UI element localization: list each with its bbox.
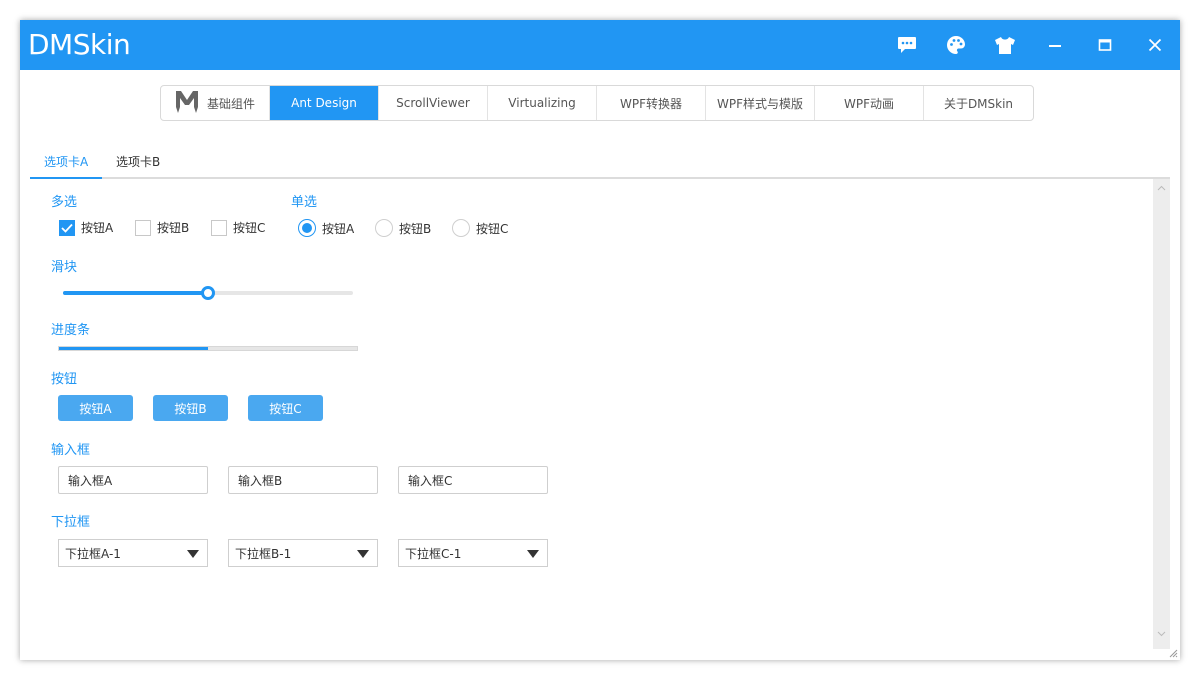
nav-item-wpf-converter[interactable]: WPF转换器	[597, 86, 706, 120]
tab-label: 选项卡A	[44, 155, 89, 169]
button-b[interactable]: 按钮B	[153, 395, 228, 421]
nav-item-label: ScrollViewer	[396, 96, 470, 110]
top-navigation: 基础组件 Ant Design ScrollViewer Virtualizin…	[160, 85, 1034, 121]
title-bar[interactable]: DMSkin	[20, 20, 1180, 70]
radio-c[interactable]: 按钮C	[452, 219, 508, 237]
slider-fill	[63, 291, 208, 295]
progress-bar	[58, 346, 358, 351]
nav-item-wpf-animation[interactable]: WPF动画	[815, 86, 924, 120]
tab-a[interactable]: 选项卡A	[44, 153, 88, 177]
nav-item-virtualizing[interactable]: Virtualizing	[488, 86, 597, 120]
maximize-icon[interactable]	[1092, 32, 1118, 58]
tab-b[interactable]: 选项卡B	[116, 153, 160, 177]
checkbox-box[interactable]	[211, 219, 227, 236]
app-title: DMSkin	[28, 28, 131, 61]
tab-label: 选项卡B	[116, 155, 161, 169]
nav-item-label: 基础组件	[206, 96, 255, 111]
nav-item-basic-components[interactable]: 基础组件	[161, 86, 270, 120]
tab-strip: 选项卡A 选项卡B	[30, 145, 1170, 179]
close-icon[interactable]	[1142, 32, 1168, 58]
radio-circle[interactable]	[452, 219, 470, 237]
select-b[interactable]: 下拉框B-1	[228, 539, 378, 567]
scroll-up-icon[interactable]	[1157, 185, 1166, 191]
radio-circle[interactable]	[298, 219, 316, 237]
checkbox-label: 按钮B	[157, 221, 190, 235]
palette-icon[interactable]	[943, 32, 969, 58]
select-value: 下拉框B-1	[235, 546, 292, 561]
multi-select-label: 多选	[51, 195, 78, 210]
radio-a[interactable]: 按钮A	[298, 219, 354, 237]
inputs-label: 输入框	[51, 443, 91, 458]
radio-label: 按钮B	[399, 221, 432, 236]
caret-down-icon	[187, 550, 199, 558]
nav-item-ant-design[interactable]: Ant Design	[270, 86, 379, 120]
check-icon	[61, 223, 73, 233]
checkbox-a[interactable]: 按钮A	[59, 219, 113, 236]
radio-b[interactable]: 按钮B	[375, 219, 431, 237]
progress-label: 进度条	[51, 323, 91, 338]
single-select-label: 单选	[291, 195, 318, 210]
nav-item-scrollviewer[interactable]: ScrollViewer	[379, 86, 488, 120]
checkbox-label: 按钮A	[81, 221, 114, 235]
nav-item-label: 关于DMSkin	[943, 96, 1014, 111]
button-a[interactable]: 按钮A	[58, 395, 133, 421]
checkbox-c[interactable]: 按钮C	[211, 219, 265, 236]
input-b[interactable]	[228, 466, 378, 494]
resize-grip-icon[interactable]	[1168, 648, 1178, 658]
buttons-label: 按钮	[51, 372, 78, 387]
slider-thumb[interactable]	[201, 286, 215, 300]
vertical-scrollbar[interactable]	[1153, 179, 1170, 649]
input-c[interactable]	[398, 466, 548, 494]
message-icon[interactable]	[894, 32, 920, 58]
checkbox-box[interactable]	[135, 219, 151, 236]
input-a[interactable]	[58, 466, 208, 494]
nav-item-label: WPF动画	[843, 96, 894, 111]
select-value: 下拉框A-1	[65, 546, 121, 561]
nav-item-label: Ant Design	[291, 96, 357, 110]
nav-item-about[interactable]: 关于DMSkin	[924, 86, 1033, 120]
button-c[interactable]: 按钮C	[248, 395, 323, 421]
select-value: 下拉框C-1	[405, 546, 462, 561]
select-a[interactable]: 下拉框A-1	[58, 539, 208, 567]
checkbox-b[interactable]: 按钮B	[135, 219, 189, 236]
checkbox-label: 按钮C	[233, 221, 266, 235]
selects-label: 下拉框	[51, 515, 91, 530]
slider-label: 滑块	[51, 260, 78, 275]
app-window: DMSkin 基础组件 Ant Design ScrollViewer Virt…	[20, 20, 1180, 660]
caret-down-icon	[357, 550, 369, 558]
minimize-icon[interactable]	[1042, 32, 1068, 58]
checkbox-box[interactable]	[59, 219, 75, 236]
caret-down-icon	[527, 550, 539, 558]
select-c[interactable]: 下拉框C-1	[398, 539, 548, 567]
scroll-down-icon[interactable]	[1157, 631, 1166, 637]
radio-label: 按钮A	[322, 221, 355, 236]
nav-item-label: WPF样式与模版	[716, 96, 803, 111]
tab-content: 多选 按钮A 按钮B 按钮C 单选 按钮A 按钮B 按钮C 滑块 进度条 按钮 …	[30, 179, 1170, 649]
progress-fill	[59, 347, 208, 350]
radio-circle[interactable]	[375, 219, 393, 237]
m-logo-icon	[175, 89, 199, 118]
nav-item-label: WPF转换器	[619, 96, 682, 111]
slider[interactable]	[63, 286, 353, 300]
radio-label: 按钮C	[476, 221, 509, 236]
nav-item-wpf-styles[interactable]: WPF样式与模版	[706, 86, 815, 120]
shirt-icon[interactable]	[992, 32, 1018, 58]
nav-item-label: Virtualizing	[508, 96, 576, 110]
